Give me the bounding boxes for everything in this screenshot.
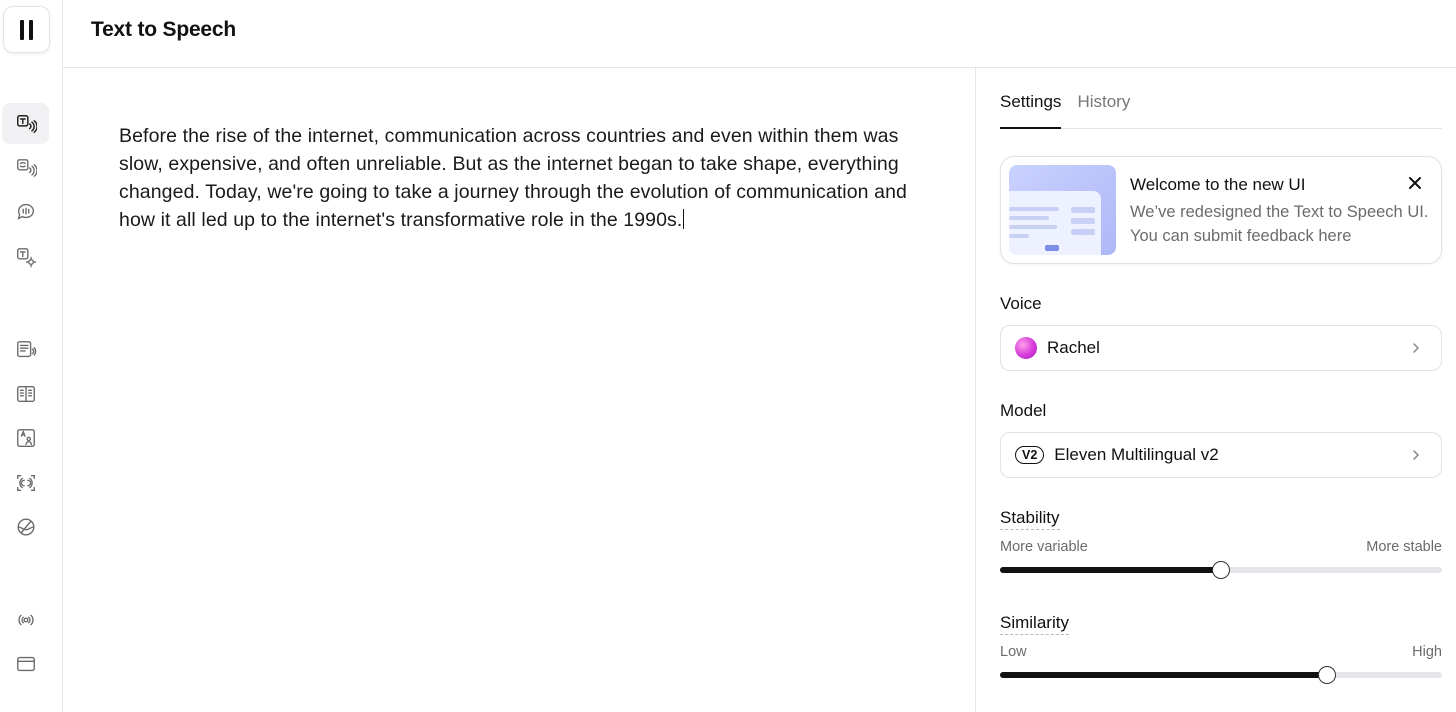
sidebar-item-window[interactable] xyxy=(2,643,49,684)
pause-bars-icon xyxy=(20,19,33,40)
text-to-speech-icon xyxy=(16,114,37,133)
sidebar-item-sound-effects[interactable] xyxy=(2,191,49,232)
chevron-right-icon xyxy=(1413,343,1420,353)
welcome-title: Welcome to the new UI xyxy=(1130,175,1306,194)
chevron-right-icon xyxy=(1413,450,1420,460)
voice-avatar xyxy=(1015,337,1037,359)
welcome-card: Welcome to the new UI We’ve redesigned t… xyxy=(1000,156,1442,264)
model-select[interactable]: V2 Eleven Multilingual v2 xyxy=(1000,432,1442,478)
sidebar-item-voice-isolator[interactable] xyxy=(2,462,49,503)
voice-settings-icon xyxy=(16,247,36,267)
settings-panel: Settings History Welcome to the new UI W… xyxy=(975,68,1456,712)
text-editor[interactable]: Before the rise of the internet, communi… xyxy=(63,68,975,712)
stability-max-label: More stable xyxy=(1366,539,1442,555)
translate-icon xyxy=(16,428,35,447)
similarity-min-label: Low xyxy=(1000,644,1027,660)
header: Text to Speech xyxy=(63,0,1456,68)
voice-label: Voice xyxy=(1000,294,1042,313)
sidebar-item-dubbing[interactable] xyxy=(2,373,49,414)
sidebar xyxy=(0,0,63,712)
app-logo-button[interactable] xyxy=(3,6,50,53)
page-title: Text to Speech xyxy=(91,18,237,41)
text-caret xyxy=(683,209,685,229)
sound-effects-icon xyxy=(17,203,34,220)
projects-icon xyxy=(16,340,36,357)
sidebar-item-projects[interactable] xyxy=(2,329,49,370)
voice-library-icon xyxy=(17,518,34,535)
stability-label[interactable]: Stability xyxy=(1000,508,1060,530)
close-icon[interactable] xyxy=(1407,175,1423,191)
model-name: Eleven Multilingual v2 xyxy=(1054,445,1219,464)
tab-history[interactable]: History xyxy=(1077,92,1130,128)
similarity-max-label: High xyxy=(1412,644,1442,660)
sidebar-item-voice-library[interactable] xyxy=(2,506,49,547)
tab-settings[interactable]: Settings xyxy=(1000,92,1062,129)
sidebar-item-text-to-speech[interactable] xyxy=(2,103,49,144)
voice-select[interactable]: Rachel xyxy=(1000,325,1442,371)
voice-isolator-icon xyxy=(16,474,35,491)
audio-icon xyxy=(17,614,34,625)
editor-text: Before the rise of the internet, communi… xyxy=(119,125,907,231)
welcome-body[interactable]: We’ve redesigned the Text to Speech UI. … xyxy=(1130,200,1430,248)
panel-tabs: Settings History xyxy=(1000,92,1442,129)
similarity-range-labels: Low High xyxy=(1000,644,1442,660)
sidebar-item-translate[interactable] xyxy=(2,417,49,458)
similarity-label[interactable]: Similarity xyxy=(1000,613,1069,635)
window-icon xyxy=(16,656,35,671)
similarity-slider-thumb[interactable] xyxy=(1318,666,1337,684)
similarity-slider-fill xyxy=(1000,672,1328,678)
sidebar-item-audio[interactable] xyxy=(2,599,49,640)
editor-textarea[interactable]: Before the rise of the internet, communi… xyxy=(119,122,919,234)
sidebar-item-voice-settings[interactable] xyxy=(2,236,49,277)
stability-min-label: More variable xyxy=(1000,539,1088,555)
model-version-badge: V2 xyxy=(1015,446,1045,464)
similarity-slider[interactable] xyxy=(1000,666,1442,684)
voice-name: Rachel xyxy=(1047,338,1100,357)
stability-range-labels: More variable More stable xyxy=(1000,539,1442,555)
stability-slider[interactable] xyxy=(1000,561,1442,579)
sidebar-item-speech-to-speech[interactable] xyxy=(2,147,49,188)
model-label: Model xyxy=(1000,401,1047,420)
dubbing-icon xyxy=(16,385,35,402)
speech-to-speech-icon xyxy=(16,158,37,177)
welcome-illustration xyxy=(1009,165,1116,255)
stability-slider-thumb[interactable] xyxy=(1212,561,1230,579)
stability-slider-fill xyxy=(1000,567,1221,573)
